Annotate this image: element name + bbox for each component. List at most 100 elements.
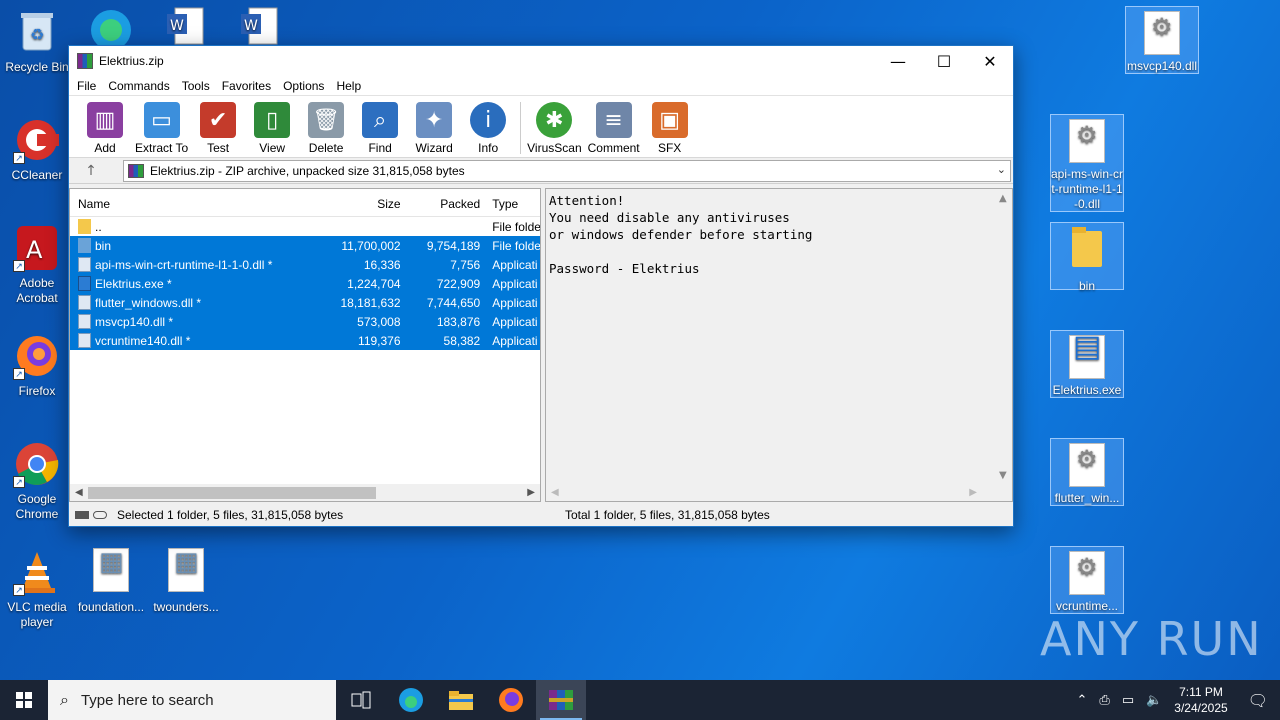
file-explorer-taskbar-button[interactable] — [436, 680, 486, 720]
desktop-icon-ccleaner[interactable]: ↗ CCleaner — [0, 116, 74, 183]
maximize-button[interactable]: ☐ — [921, 46, 967, 76]
row-packed: 7,756 — [450, 257, 481, 272]
clock[interactable]: 7:11 PM 3/24/2025 — [1174, 684, 1227, 716]
desktop-icon-adobe-acrobat[interactable]: A ↗ Adobe Acrobat — [0, 224, 74, 306]
row-name: Elektrius.exe * — [95, 276, 172, 291]
winrar-taskbar-button[interactable] — [536, 680, 586, 720]
horizontal-scrollbar[interactable]: ◀ ▶ — [546, 484, 997, 501]
table-row[interactable]: bin 11,700,002 9,754,189 File folde — [70, 236, 540, 255]
extract-to-button[interactable]: ▭ Extract To — [135, 102, 188, 155]
row-type: File folde — [492, 219, 540, 234]
comment-button[interactable]: ≡ Comment — [588, 102, 640, 155]
svg-text:W: W — [170, 18, 184, 34]
vertical-scrollbar[interactable]: ▲ ▼ — [995, 189, 1012, 485]
row-packed: 7,744,650 — [426, 295, 481, 310]
minimize-button[interactable]: — — [875, 46, 921, 76]
edge-taskbar-button[interactable] — [386, 680, 436, 720]
desktop-icon-word-2[interactable]: W — [222, 0, 296, 46]
svg-text:W: W — [244, 18, 258, 34]
chevron-down-icon[interactable]: ⌄ — [997, 163, 1006, 176]
acrobat-icon: A ↗ — [13, 224, 61, 272]
delete-button[interactable]: 🗑 Delete — [302, 102, 350, 155]
scroll-up-icon[interactable]: ▲ — [999, 193, 1007, 204]
virusscan-button[interactable]: ✱ VirusScan — [527, 102, 582, 155]
dll-file-icon — [78, 295, 91, 310]
search-icon: ⌕ — [60, 690, 69, 709]
desktop-icon-elektrius-exe[interactable]: Elektrius.exe — [1050, 330, 1124, 398]
network-icon[interactable]: ▭ — [1122, 693, 1134, 708]
column-name[interactable]: Name — [70, 197, 327, 211]
table-row[interactable]: Elektrius.exe * 1,224,704 722,909 Applicati — [70, 274, 540, 293]
column-size[interactable]: Size — [327, 197, 407, 211]
table-row[interactable]: .. File folde — [70, 217, 540, 236]
taskbar: ⌕ Type here to search ⌃ ⎙ ▭ 🔈 7:11 PM 3/… — [0, 680, 1280, 720]
menu-file[interactable]: File — [71, 79, 102, 93]
info-button[interactable]: i Info — [464, 102, 512, 155]
drive-icon[interactable] — [75, 511, 89, 519]
menu-help[interactable]: Help — [330, 79, 367, 93]
desktop-icon-google-chrome[interactable]: ↗ Google Chrome — [0, 440, 74, 522]
notification-icon[interactable]: 🗨 — [1248, 691, 1268, 710]
desktop-icon-twounders[interactable]: twounders... — [149, 548, 223, 615]
row-type: Applicati — [492, 257, 538, 272]
scrollbar-thumb[interactable] — [88, 486, 376, 499]
scroll-down-icon[interactable]: ▼ — [999, 470, 1007, 481]
tray-device-icon[interactable]: ⎙ — [1099, 693, 1109, 708]
start-button[interactable] — [0, 680, 48, 720]
scroll-left-icon[interactable]: ◀ — [75, 487, 83, 498]
column-type[interactable]: Type — [486, 197, 540, 211]
file-list: Name Size Packed Type .. File folde bin 11,… — [69, 188, 541, 502]
add-button[interactable]: ▥ Add — [81, 102, 129, 155]
row-name: flutter_windows.dll * — [95, 295, 202, 310]
table-row[interactable]: flutter_windows.dll * 18,181,632 7,744,650… — [70, 293, 540, 312]
desktop-icon-label: Adobe Acrobat — [16, 276, 58, 305]
address-field[interactable]: Elektrius.zip - ZIP archive, unpacked si… — [123, 160, 1011, 182]
key-icon[interactable] — [93, 511, 107, 519]
folder-icon — [78, 238, 91, 253]
winrar-icon — [549, 690, 573, 710]
test-button[interactable]: ✔ Test — [194, 102, 242, 155]
wizard-button[interactable]: ✦ Wizard — [410, 102, 458, 155]
books-icon: ▥ — [87, 102, 123, 138]
desktop-icon-word-1[interactable]: W — [148, 0, 222, 46]
desktop-icon-vlc[interactable]: ↗ VLC media player — [0, 548, 74, 630]
chrome-icon: ↗ — [13, 440, 61, 488]
table-row[interactable]: api-ms-win-crt-runtime-l1-1-0.dll * 16,33… — [70, 255, 540, 274]
title-bar[interactable]: Elektrius.zip — ☐ ✕ — [69, 46, 1013, 76]
trash-icon: 🗑 — [308, 102, 345, 138]
task-view-button[interactable] — [336, 680, 386, 720]
desktop-icon-recycle-bin[interactable]: ♻ Recycle Bin — [0, 8, 74, 75]
menu-commands[interactable]: Commands — [102, 79, 175, 93]
desktop-icon-api-ms-win[interactable]: api-ms-win-crt-runtime-l1-1-0.dll — [1050, 114, 1124, 212]
dll-file-icon — [78, 333, 91, 348]
tray-chevron-up-icon[interactable]: ⌃ — [1077, 693, 1088, 708]
table-row[interactable]: msvcp140.dll * 573,008 183,876 Applicati — [70, 312, 540, 331]
scroll-right-icon[interactable]: ▶ — [969, 487, 977, 498]
column-packed[interactable]: Packed — [407, 197, 487, 211]
desktop-icon-bin-folder[interactable]: bin — [1050, 222, 1124, 293]
desktop-icon-foundation[interactable]: foundation... — [74, 548, 148, 615]
menu-options[interactable]: Options — [277, 79, 330, 93]
close-button[interactable]: ✕ — [967, 46, 1013, 76]
sfx-button[interactable]: ▣ SFX — [646, 102, 694, 155]
scroll-right-icon[interactable]: ▶ — [527, 487, 535, 498]
table-row[interactable]: vcruntime140.dll * 119,376 58,382 Applicati — [70, 331, 540, 350]
desktop-icon-msvcp140[interactable]: msvcp140.dll — [1125, 6, 1199, 74]
clock-time: 7:11 PM — [1179, 685, 1223, 699]
up-folder-icon[interactable]: ↑ — [69, 163, 113, 179]
find-button[interactable]: ⌕ Find — [356, 102, 404, 155]
firefox-taskbar-button[interactable] — [486, 680, 536, 720]
volume-icon[interactable]: 🔈 — [1146, 693, 1162, 708]
window-title: Elektrius.zip — [99, 54, 164, 68]
horizontal-scrollbar[interactable]: ◀ ▶ — [70, 484, 540, 501]
view-button[interactable]: ▯ View — [248, 102, 296, 155]
desktop-icon-vcruntime[interactable]: vcruntime... — [1050, 546, 1124, 614]
shortcut-arrow-icon: ↗ — [13, 584, 25, 596]
desktop-icon-edge-top[interactable] — [74, 0, 148, 50]
menu-tools[interactable]: Tools — [176, 79, 216, 93]
taskbar-search[interactable]: ⌕ Type here to search — [48, 680, 336, 720]
desktop-icon-firefox[interactable]: ↗ Firefox — [0, 332, 74, 399]
desktop-icon-flutter-windows[interactable]: flutter_win... — [1050, 438, 1124, 506]
menu-favorites[interactable]: Favorites — [216, 79, 277, 93]
scroll-left-icon[interactable]: ◀ — [551, 487, 559, 498]
